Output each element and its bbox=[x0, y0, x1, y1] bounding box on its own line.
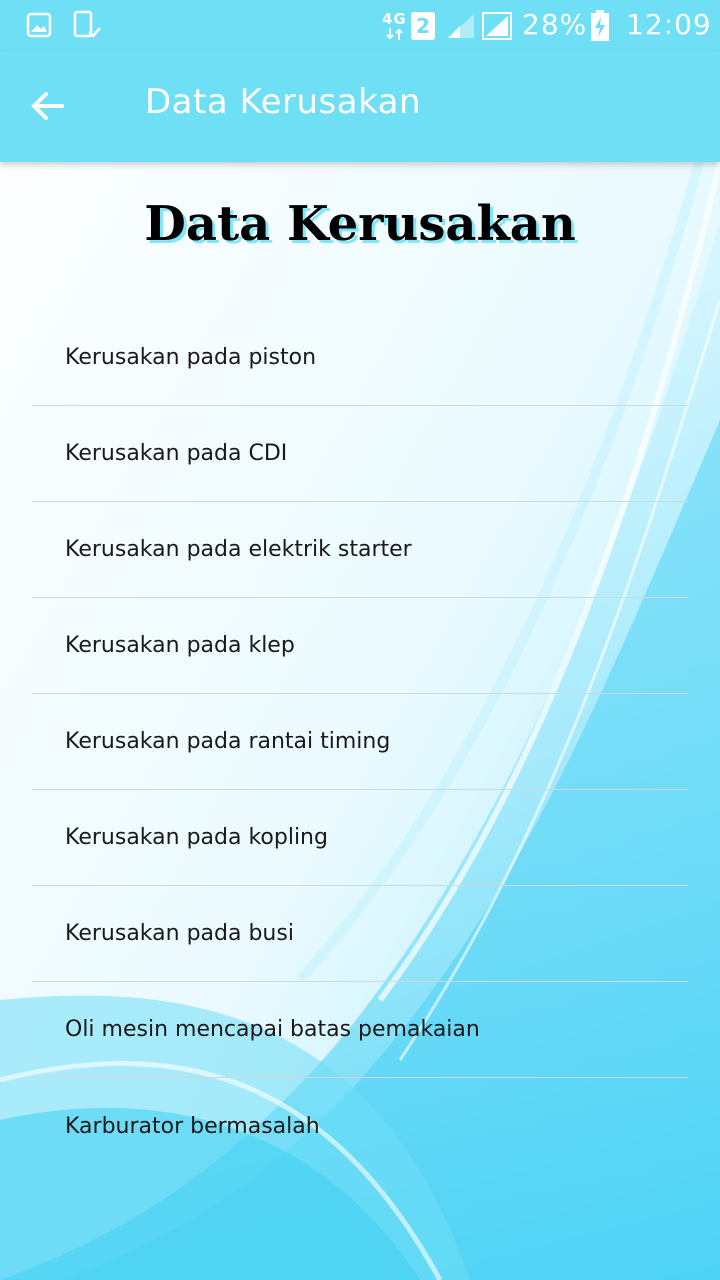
page-heading: Data Kerusakan bbox=[144, 196, 576, 252]
status-bar: 4G 2 28% 12:09 bbox=[0, 0, 720, 52]
network-type-label: 4G bbox=[382, 10, 407, 28]
list-item-label: Oli mesin mencapai batas pemakaian bbox=[65, 1017, 480, 1042]
data-arrows-icon bbox=[386, 28, 403, 40]
list-item-valve[interactable]: Kerusakan pada klep bbox=[32, 598, 688, 694]
list-item-electric-starter[interactable]: Kerusakan pada elektrik starter bbox=[32, 502, 688, 598]
app-bar: Data Kerusakan bbox=[0, 52, 720, 162]
list-item-label: Kerusakan pada busi bbox=[65, 921, 294, 946]
arrow-back-icon bbox=[31, 92, 64, 120]
signal-sim1-icon bbox=[448, 14, 474, 38]
list-item-timing-chain[interactable]: Kerusakan pada rantai timing bbox=[32, 694, 688, 790]
battery-percent: 28% bbox=[522, 8, 588, 41]
app-bar-title: Data Kerusakan bbox=[145, 82, 422, 122]
list-item-spark-plug[interactable]: Kerusakan pada busi bbox=[32, 886, 688, 982]
list-item-label: Kerusakan pada klep bbox=[65, 633, 295, 658]
list-item-label: Kerusakan pada elektrik starter bbox=[65, 537, 412, 562]
sim-2-badge: 2 bbox=[411, 12, 435, 40]
battery-charging-icon bbox=[591, 10, 609, 41]
list-item-engine-oil[interactable]: Oli mesin mencapai batas pemakaian bbox=[32, 982, 688, 1078]
clock-time: 12:09 bbox=[626, 8, 712, 41]
list-item-label: Kerusakan pada kopling bbox=[65, 825, 328, 850]
back-button[interactable] bbox=[28, 86, 68, 126]
device-check-notification-icon bbox=[73, 10, 101, 38]
list-item-label: Kerusakan pada rantai timing bbox=[65, 729, 391, 754]
list-item-label: Kerusakan pada piston bbox=[65, 345, 317, 370]
list-item-cdi[interactable]: Kerusakan pada CDI bbox=[32, 406, 688, 502]
list-item-clutch[interactable]: Kerusakan pada kopling bbox=[32, 790, 688, 886]
gallery-notification-icon bbox=[26, 12, 52, 38]
list-item-label: Kerusakan pada CDI bbox=[65, 441, 288, 466]
damage-list: Kerusakan pada piston Kerusakan pada CDI… bbox=[32, 310, 688, 1174]
list-item-piston[interactable]: Kerusakan pada piston bbox=[32, 310, 688, 406]
signal-sim2-icon bbox=[482, 12, 512, 40]
list-item-label: Karburator bermasalah bbox=[65, 1113, 320, 1139]
list-item-carburetor[interactable]: Karburator bermasalah bbox=[32, 1078, 688, 1174]
